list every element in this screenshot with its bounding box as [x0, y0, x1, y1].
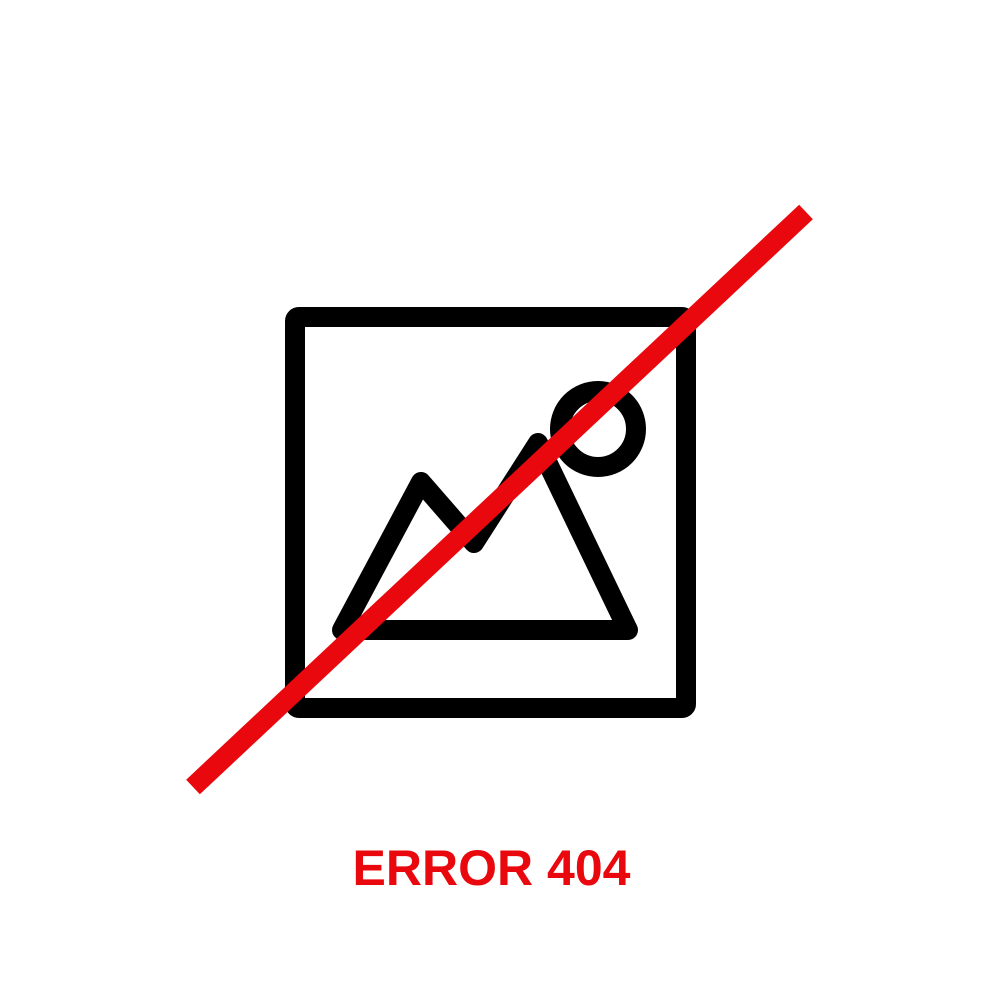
error-label: ERROR 404	[352, 840, 631, 896]
error-page: ERROR 404	[0, 0, 1000, 1000]
